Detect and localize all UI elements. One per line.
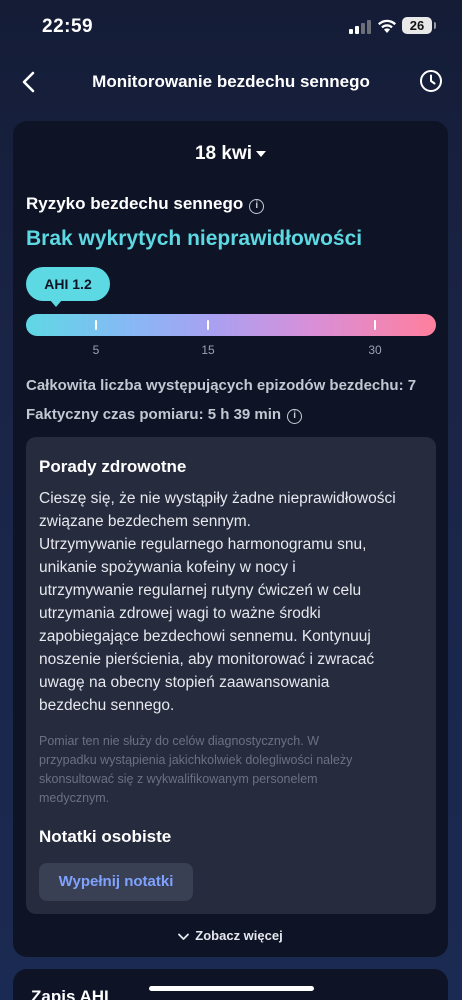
status-bar: 22:59 26: [0, 0, 462, 54]
episodes-count: Całkowita liczba występujących epizodów …: [26, 377, 417, 394]
notes-title: Notatki osobiste: [39, 827, 172, 846]
risk-title-text: Ryzyko bezdechu sennego: [26, 194, 244, 213]
duration-text: Faktyczny czas pomiaru: 5 h 39 min: [26, 406, 282, 423]
tips-line: utrzymania zdrowej wagi to ważne środki: [39, 605, 321, 622]
measurement-duration: Faktyczny czas pomiaru: 5 h 39 min i: [26, 406, 303, 424]
scale-label-30: 30: [368, 343, 382, 357]
tips-line: noszenie pierścienia, aby monitorować i …: [39, 651, 375, 668]
tips-body: Cieszę się, że nie wystąpiły żadne niepr…: [39, 487, 429, 717]
date-selector[interactable]: 18 kwi: [13, 143, 448, 165]
see-more-label: Zobacz więcej: [195, 928, 283, 943]
disclaimer-line: skonsultować się z wykwalifikowanym pers…: [39, 772, 318, 786]
health-tips-panel: Porady zdrowotne Cieszę się, że nie wyst…: [26, 437, 436, 914]
tips-line: zapobiegające bezdechowi sennemu. Kontyn…: [39, 628, 371, 645]
ahi-record-title: Zapis AHI: [31, 987, 109, 1000]
tips-line: bezdechu sennego.: [39, 697, 175, 714]
date-label: 18 kwi: [194, 143, 253, 164]
scale-label-15: 15: [201, 343, 215, 357]
disclaimer-line: medycznym.: [39, 791, 110, 805]
info-icon[interactable]: i: [287, 409, 303, 424]
ahi-record-card[interactable]: Zapis AHI: [13, 969, 448, 1000]
home-indicator: [149, 986, 314, 991]
tips-line: unikanie spożywania kofeiny w nocy i: [39, 559, 296, 576]
tips-line: uwagę na obecny stopień zaawansowania: [39, 674, 330, 691]
disclaimer-line: Pomiar ten nie służy do celów diagnostyc…: [39, 734, 319, 748]
risk-result: Brak wykrytych nieprawidłowości: [26, 227, 363, 250]
ahi-scale-bar: [26, 314, 436, 336]
scale-tick-15: [207, 320, 209, 330]
tips-line: Utrzymywanie regularnego harmonogramu sn…: [39, 536, 367, 553]
scale-label-5: 5: [92, 343, 100, 357]
status-time: 22:59: [42, 16, 94, 37]
fill-notes-button[interactable]: Wypełnij notatki: [39, 863, 193, 901]
tips-line: związane bezdechem sennym.: [39, 513, 251, 530]
tips-line: Cieszę się, że nie wystąpiły żadne niepr…: [39, 490, 396, 507]
battery-icon: 26: [402, 17, 436, 34]
see-more-button[interactable]: Zobacz więcej: [13, 928, 448, 943]
disclaimer-line: przypadku wystąpienia jakichkolwiek dole…: [39, 753, 353, 767]
chevron-down-icon: [178, 933, 190, 940]
disclaimer: Pomiar ten nie służy do celów diagnostyc…: [39, 732, 419, 808]
page-title: Monitorowanie bezdechu sennego: [92, 72, 370, 91]
scale-tick-5: [95, 320, 97, 330]
tips-title: Porady zdrowotne: [39, 457, 187, 476]
header: Monitorowanie bezdechu sennego: [0, 58, 462, 106]
caret-down-icon: [256, 150, 267, 157]
info-icon[interactable]: i: [249, 199, 265, 214]
scale-tick-30: [374, 320, 376, 330]
clock-icon[interactable]: [418, 68, 444, 94]
risk-title: Ryzyko bezdechu sennego i: [26, 194, 265, 214]
cellular-signal-icon: [349, 20, 371, 34]
tips-line: utrzymywanie regularnej rutyny ćwiczeń w…: [39, 582, 362, 599]
wifi-icon: [378, 19, 396, 33]
ahi-bubble: AHI 1.2: [26, 267, 110, 307]
apnea-summary-card: 18 kwi Ryzyko bezdechu sennego i Brak wyk…: [13, 121, 448, 957]
